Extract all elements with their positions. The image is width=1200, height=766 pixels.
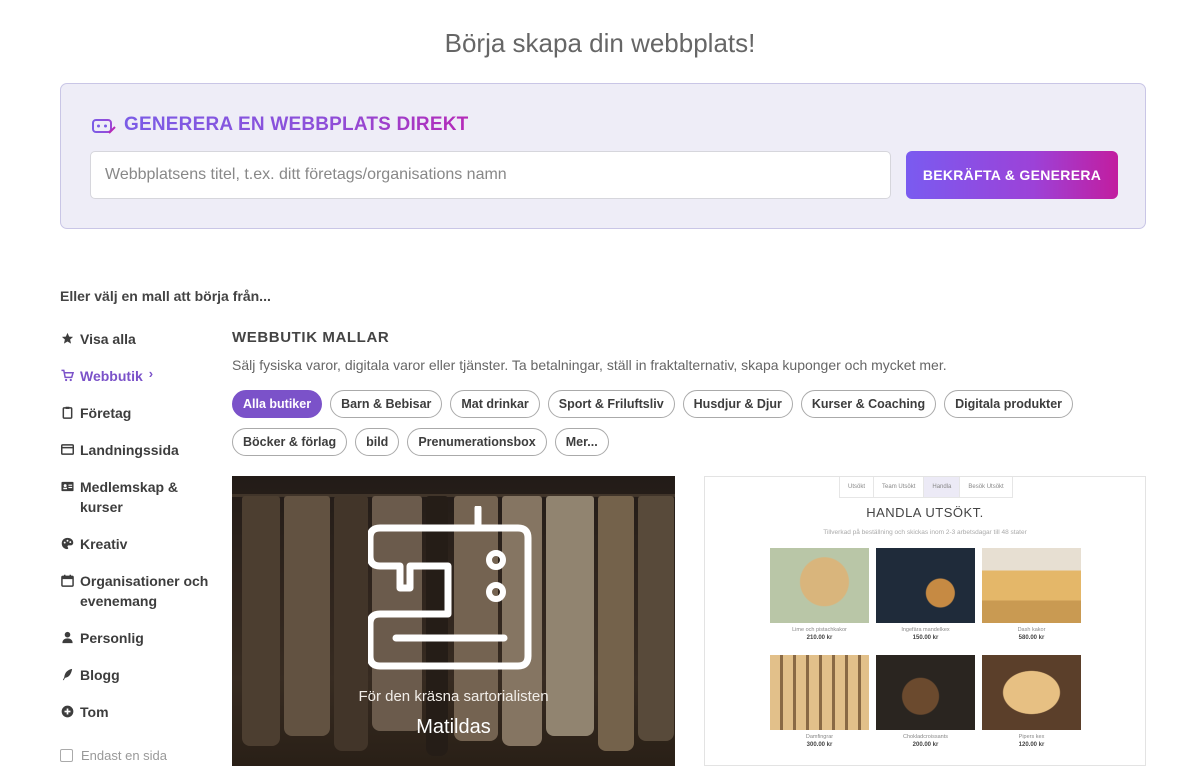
sidebar-item-label: Tom bbox=[80, 704, 109, 720]
product-price: 580.00 kr bbox=[1018, 635, 1045, 641]
template-brand: Matildas bbox=[416, 716, 491, 738]
mini-nav-item: Team Utsökt bbox=[874, 477, 925, 498]
mini-nav-item: Utsökt bbox=[840, 477, 875, 498]
section-description: Sälj fysiska varor, digitala varor eller… bbox=[232, 357, 947, 373]
product-name: Damfingrar bbox=[805, 734, 834, 740]
sidebar-item-medlemskap[interactable]: Medlemskap & kurser bbox=[60, 477, 220, 517]
cart-icon bbox=[60, 369, 74, 381]
sidebar-item-label: Webbutik bbox=[80, 368, 143, 384]
sidebar-item-label: Landningssida bbox=[80, 442, 179, 458]
sidebar-item-organisationer[interactable]: Organisationer och evenemang bbox=[60, 571, 220, 611]
filter-chip-barn-bebisar[interactable]: Barn & Bebisar bbox=[330, 390, 443, 418]
product-image bbox=[982, 655, 1081, 730]
sidebar-item-label: Personlig bbox=[80, 630, 144, 646]
website-title-input[interactable] bbox=[90, 151, 891, 199]
sidebar-item-label: Företag bbox=[80, 405, 132, 421]
window-icon bbox=[60, 443, 74, 455]
page-title: Börja skapa din webbplats! bbox=[444, 28, 756, 58]
product-image bbox=[770, 548, 869, 623]
product-image bbox=[770, 655, 869, 730]
product-card: Dash kakor 580.00 kr bbox=[982, 548, 1081, 641]
product-price: 210.00 kr bbox=[806, 635, 833, 641]
sidebar-item-label: Medlemskap & kurser bbox=[80, 479, 179, 515]
feather-icon bbox=[62, 668, 72, 680]
single-page-checkbox[interactable]: Endast en sida bbox=[60, 748, 220, 763]
sidebar-item-webbutik[interactable]: Webbutik › bbox=[60, 366, 220, 386]
chevron-right-icon: › bbox=[148, 366, 154, 381]
product-price: 120.00 kr bbox=[1018, 742, 1045, 748]
single-page-label: Endast en sida bbox=[81, 748, 168, 763]
product-name: Chokladcroissants bbox=[903, 734, 948, 740]
generator-title-text: GENERERA EN WEBBPLATS DIREKT bbox=[124, 114, 469, 135]
sidebar-item-label: Blogg bbox=[80, 667, 120, 683]
generator-panel: GENERERA EN WEBBPLATS DIREKT BEKRÄFTA & … bbox=[60, 83, 1146, 229]
section-title: WEBBUTIK MALLAR bbox=[232, 329, 390, 346]
product-card: Lime och pistachkakor 210.00 kr bbox=[770, 548, 869, 641]
product-name: Ingefära mandelkex bbox=[901, 627, 950, 633]
sidebar-item-personlig[interactable]: Personlig bbox=[60, 628, 220, 648]
filter-chip-husdjur-djur[interactable]: Husdjur & Djur bbox=[682, 390, 793, 418]
mini-product-grid: Lime och pistachkakor 210.00 kr Ingefära… bbox=[770, 548, 1082, 748]
calendar-icon bbox=[60, 574, 74, 587]
mini-shop-title: HANDLA UTSÖKT. bbox=[866, 505, 984, 520]
generator-title: GENERERA EN WEBBPLATS DIREKT bbox=[90, 114, 468, 136]
sidebar-item-foretag[interactable]: Företag bbox=[60, 403, 220, 423]
mini-shop-subtitle: Tillverkad på beställning och skickas in… bbox=[823, 529, 1027, 536]
product-price: 200.00 kr bbox=[912, 742, 939, 748]
product-image bbox=[876, 655, 975, 730]
product-image bbox=[876, 548, 975, 623]
product-card: Chokladcroissants 200.00 kr bbox=[876, 655, 975, 748]
filter-chip-alla-butiker[interactable]: Alla butiker bbox=[232, 390, 323, 418]
sidebar-item-landningssida[interactable]: Landningssida bbox=[60, 440, 220, 460]
sidebar-item-label: Organisationer och evenemang bbox=[80, 573, 209, 609]
robot-icon bbox=[90, 116, 116, 134]
product-image bbox=[982, 548, 1081, 623]
sidebar-item-blogg[interactable]: Blogg bbox=[60, 665, 220, 685]
template-tagline: För den kräsna sartorialisten bbox=[358, 688, 549, 705]
user-icon bbox=[61, 631, 73, 643]
sidebar-item-label: Kreativ bbox=[80, 536, 128, 552]
template-card-matildas[interactable]: För den kräsna sartorialisten Matildas bbox=[232, 476, 675, 766]
checkbox-box[interactable] bbox=[60, 749, 73, 762]
clipboard-icon bbox=[62, 406, 72, 419]
sidebar-item-kreativ[interactable]: Kreativ bbox=[60, 534, 220, 554]
sidebar-item-label: Visa alla bbox=[80, 331, 136, 347]
product-card: Ingefära mandelkex 150.00 kr bbox=[876, 548, 975, 641]
filter-chip-bild[interactable]: bild bbox=[355, 428, 400, 456]
filter-chip-prenumerationsbox[interactable]: Prenumerationsbox bbox=[407, 428, 547, 456]
product-name: Lime och pistachkakor bbox=[792, 627, 847, 633]
category-sidebar: Visa alla Webbutik › Företag Landningssi… bbox=[60, 329, 220, 763]
id-card-icon bbox=[60, 481, 74, 491]
product-name: Dash kakor bbox=[1017, 627, 1046, 633]
choose-template-label: Eller välj en mall att börja från... bbox=[60, 288, 271, 304]
mini-nav: Utsökt Team Utsökt Handla Besök Utsökt bbox=[839, 477, 1013, 498]
filter-chip-bocker-forlag[interactable]: Böcker & förlag bbox=[232, 428, 348, 456]
filter-chips: Alla butiker Barn & Bebisar Mat drinkar … bbox=[232, 390, 1132, 466]
product-card: Pipers kex 120.00 kr bbox=[982, 655, 1081, 748]
mini-nav-item: Handla bbox=[924, 477, 961, 498]
filter-chip-digitala-produkter[interactable]: Digitala produkter bbox=[944, 390, 1074, 418]
star-icon bbox=[61, 332, 73, 344]
mini-nav-item: Besök Utsökt bbox=[960, 477, 1013, 498]
filter-chip-kurser-coaching[interactable]: Kurser & Coaching bbox=[800, 390, 937, 418]
product-price: 300.00 kr bbox=[806, 742, 833, 748]
product-name: Pipers kex bbox=[1018, 734, 1045, 740]
sidebar-item-visa-alla[interactable]: Visa alla bbox=[60, 329, 220, 349]
filter-chip-mer[interactable]: Mer... bbox=[554, 428, 609, 456]
palette-icon bbox=[61, 537, 73, 549]
plus-circle-icon bbox=[61, 705, 73, 717]
confirm-generate-button[interactable]: BEKRÄFTA & GENERERA bbox=[906, 151, 1118, 199]
product-card: Damfingrar 300.00 kr bbox=[770, 655, 869, 748]
sidebar-item-tom[interactable]: Tom bbox=[60, 702, 220, 722]
template-card-handla-utsokt[interactable]: Utsökt Team Utsökt Handla Besök Utsökt H… bbox=[704, 476, 1146, 766]
sewing-machine-icon bbox=[368, 506, 532, 670]
filter-chip-mat-drinkar[interactable]: Mat drinkar bbox=[450, 390, 540, 418]
product-price: 150.00 kr bbox=[912, 635, 939, 641]
filter-chip-sport-friluftsliv[interactable]: Sport & Friluftsliv bbox=[547, 390, 675, 418]
